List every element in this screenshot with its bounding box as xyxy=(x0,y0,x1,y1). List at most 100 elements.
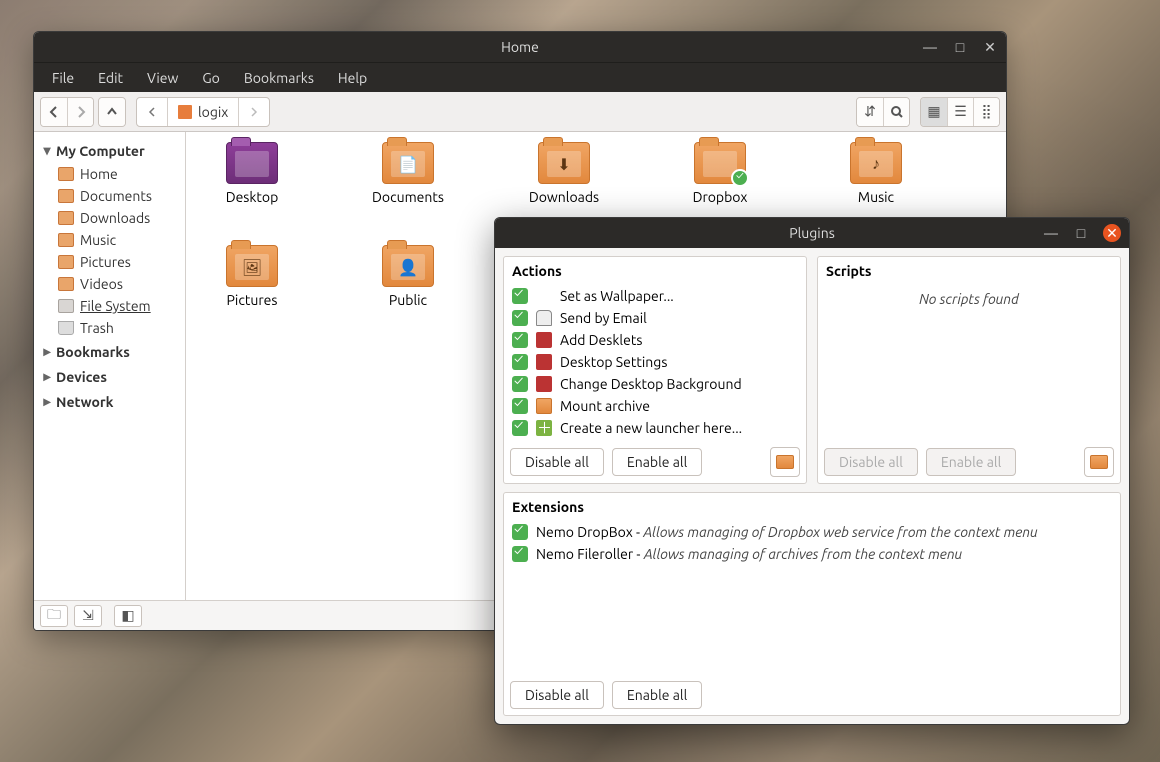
checkbox-icon[interactable] xyxy=(512,546,528,562)
sidebar-item-downloads[interactable]: Downloads xyxy=(34,207,185,229)
maximize-button[interactable]: □ xyxy=(952,39,968,55)
sidebar-item-file-system[interactable]: File System xyxy=(34,295,185,317)
sidebar-section-devices[interactable]: ▸Devices xyxy=(34,364,185,389)
file-label: Downloads xyxy=(529,189,599,205)
ext-enable-all-button[interactable]: Enable all xyxy=(612,681,702,709)
checkbox-icon[interactable] xyxy=(512,332,528,348)
actions-disable-all-button[interactable]: Disable all xyxy=(510,448,604,476)
checkbox-icon[interactable] xyxy=(512,354,528,370)
tree-panel-button[interactable]: ⇲ xyxy=(74,605,102,627)
icon-view-button[interactable]: ▦ xyxy=(921,98,947,126)
scripts-enable-all-button: Enable all xyxy=(926,448,1016,476)
checkbox-icon[interactable] xyxy=(512,420,528,436)
menu-help[interactable]: Help xyxy=(328,66,377,90)
actions-panel: Actions Set as Wallpaper...Send by Email… xyxy=(503,256,807,484)
file-dropbox[interactable]: Dropbox xyxy=(672,142,768,205)
forward-button[interactable] xyxy=(67,98,93,126)
sidebar-toggle-button[interactable]: ◧ xyxy=(114,605,142,627)
path-label: logix xyxy=(198,104,228,120)
sidebar-item-label: File System xyxy=(80,298,151,314)
sidebar-item-documents[interactable]: Documents xyxy=(34,185,185,207)
search-button[interactable] xyxy=(883,98,909,126)
path-bar[interactable]: logix xyxy=(136,97,270,127)
file-label: Music xyxy=(858,189,894,205)
action-row[interactable]: Add Desklets xyxy=(510,329,800,351)
sidebar-item-music[interactable]: Music xyxy=(34,229,185,251)
actions-enable-all-button[interactable]: Enable all xyxy=(612,448,702,476)
checkbox-icon[interactable] xyxy=(512,288,528,304)
list-view-button[interactable]: ☰ xyxy=(947,98,973,126)
menu-file[interactable]: File xyxy=(42,66,84,90)
action-row[interactable]: Desktop Settings xyxy=(510,351,800,373)
dlg-minimize-button[interactable]: — xyxy=(1043,225,1059,241)
checkbox-icon[interactable] xyxy=(512,376,528,392)
disk-icon xyxy=(58,299,74,313)
sidebar-item-pictures[interactable]: Pictures xyxy=(34,251,185,273)
path-next-button[interactable] xyxy=(238,98,269,126)
file-documents[interactable]: 📄Documents xyxy=(360,142,456,205)
action-row[interactable]: Change Desktop Background xyxy=(510,373,800,395)
sidebar-item-trash[interactable]: Trash xyxy=(34,317,185,339)
folder-icon xyxy=(776,455,794,469)
sidebar-section-network[interactable]: ▸Network xyxy=(34,389,185,414)
actions-list[interactable]: Set as Wallpaper...Send by EmailAdd Desk… xyxy=(504,285,806,441)
menu-edit[interactable]: Edit xyxy=(88,66,133,90)
back-button[interactable] xyxy=(41,98,67,126)
menu-view[interactable]: View xyxy=(137,66,188,90)
places-panel-button[interactable]: 🗀 xyxy=(40,605,68,627)
file-pictures[interactable]: 🖼Pictures xyxy=(204,245,300,308)
sidebar[interactable]: ▾My Computer Home DocumentsDownloadsMusic… xyxy=(34,132,186,600)
red-icon xyxy=(536,332,552,348)
close-button[interactable]: ✕ xyxy=(982,39,998,55)
action-label: Mount archive xyxy=(560,398,650,414)
dlg-titlebar[interactable]: Plugins — □ ✕ xyxy=(495,218,1129,248)
folder-icon xyxy=(694,142,746,184)
scripts-list[interactable]: No scripts found xyxy=(818,285,1120,441)
file-music[interactable]: ♪Music xyxy=(828,142,924,205)
sidebar-item-label: Home xyxy=(80,166,118,182)
action-row[interactable]: Send by Email xyxy=(510,307,800,329)
folder-icon xyxy=(58,255,74,269)
action-label: Desktop Settings xyxy=(560,354,667,370)
up-button[interactable] xyxy=(99,98,125,126)
action-row[interactable]: Create a new launcher here... xyxy=(510,417,800,439)
dlg-close-button[interactable]: ✕ xyxy=(1103,224,1121,242)
extension-row[interactable]: Nemo Fileroller - Allows managing of arc… xyxy=(510,543,1114,565)
checkbox-icon[interactable] xyxy=(512,524,528,540)
extensions-list[interactable]: Nemo DropBox - Allows managing of Dropbo… xyxy=(504,521,1120,675)
extension-label: Nemo Fileroller - Allows managing of arc… xyxy=(536,546,962,562)
dlg-maximize-button[interactable]: □ xyxy=(1073,225,1089,241)
path-segment-home[interactable]: logix xyxy=(167,98,238,126)
action-row[interactable]: Set as Wallpaper... xyxy=(510,285,800,307)
sidebar-section-bookmarks[interactable]: ▸Bookmarks xyxy=(34,339,185,364)
ext-disable-all-button[interactable]: Disable all xyxy=(510,681,604,709)
actions-open-folder-button[interactable] xyxy=(770,447,800,477)
fm-titlebar[interactable]: Home — □ ✕ xyxy=(34,32,1006,62)
checkbox-icon[interactable] xyxy=(512,310,528,326)
file-public[interactable]: 👤Public xyxy=(360,245,456,308)
action-row[interactable]: Mount archive xyxy=(510,395,800,417)
checkbox-icon[interactable] xyxy=(512,398,528,414)
scripts-open-folder-button[interactable] xyxy=(1084,447,1114,477)
path-prev-button[interactable] xyxy=(137,98,167,126)
folder-icon xyxy=(58,167,74,181)
compact-view-button[interactable]: ⣿ xyxy=(973,98,999,126)
location-toggle-button[interactable]: ⇵ xyxy=(857,98,883,126)
menu-bookmarks[interactable]: Bookmarks xyxy=(234,66,324,90)
extension-row[interactable]: Nemo DropBox - Allows managing of Dropbo… xyxy=(510,521,1114,543)
sidebar-section-my-computer[interactable]: ▾My Computer xyxy=(34,138,185,163)
sidebar-item-videos[interactable]: Videos xyxy=(34,273,185,295)
folder-icon xyxy=(58,211,74,225)
file-downloads[interactable]: ⬇Downloads xyxy=(516,142,612,205)
extension-label: Nemo DropBox - Allows managing of Dropbo… xyxy=(536,524,1038,540)
sidebar-item-home[interactable]: Home xyxy=(34,163,185,185)
fm-title: Home xyxy=(501,39,539,55)
file-label: Public xyxy=(389,292,427,308)
minimize-button[interactable]: — xyxy=(922,39,938,55)
file-desktop[interactable]: Desktop xyxy=(204,142,300,205)
folder-icon: 📄 xyxy=(382,142,434,184)
folder-icon xyxy=(58,277,74,291)
sidebar-item-label: Pictures xyxy=(80,254,131,270)
file-label: Dropbox xyxy=(693,189,748,205)
menu-go[interactable]: Go xyxy=(192,66,229,90)
